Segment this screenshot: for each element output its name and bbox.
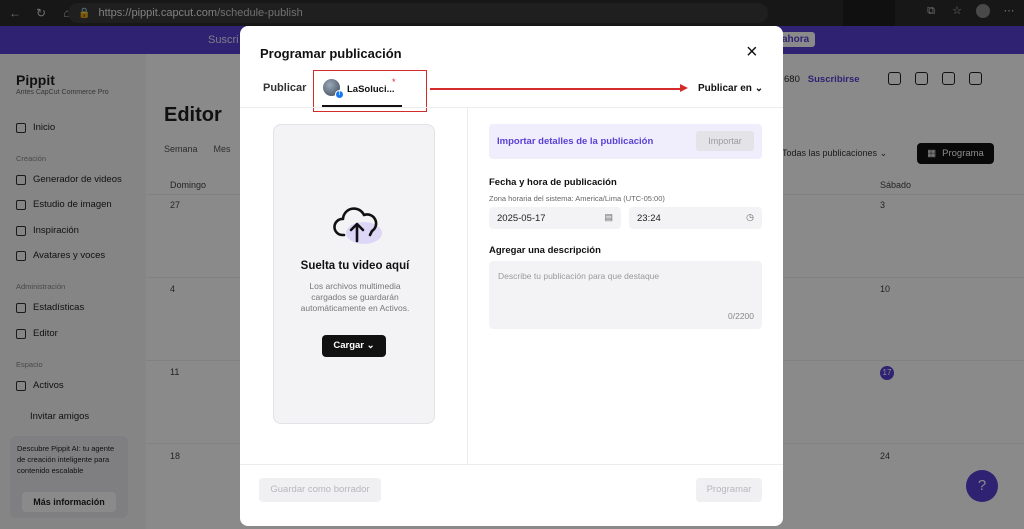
- publish-on-label: Publicar en: [698, 83, 752, 94]
- upload-button[interactable]: Cargar ⌄: [322, 335, 386, 357]
- import-button[interactable]: Importar: [696, 131, 754, 151]
- date-field[interactable]: 2025-05-17 ▤: [489, 207, 621, 229]
- close-icon[interactable]: ×: [746, 42, 758, 62]
- cloud-upload-icon: [333, 207, 382, 244]
- character-counter: 0/2200: [728, 311, 754, 321]
- header-divider: [240, 107, 783, 108]
- schedule-button[interactable]: Programar: [696, 478, 762, 502]
- annotation-arrow-line: [430, 88, 680, 90]
- column-divider: [467, 108, 468, 464]
- datetime-label: Fecha y hora de publicación: [489, 177, 617, 188]
- timezone-note: Zona horaria del sistema: America/Lima (…: [489, 194, 665, 203]
- date-value: 2025-05-17: [497, 213, 546, 224]
- schedule-publish-modal: Programar publicación × Publicar f LaSol…: [240, 26, 783, 526]
- upload-button-label: Cargar: [333, 340, 364, 351]
- import-details-box: Importar detalles de la publicación Impo…: [489, 124, 762, 159]
- save-draft-button[interactable]: Guardar como borrador: [259, 478, 381, 502]
- publish-on-dropdown[interactable]: Publicar en ⌄: [698, 83, 763, 94]
- facebook-icon: f: [335, 90, 344, 99]
- account-name: LaSoluci...: [347, 84, 395, 95]
- import-details-label: Importar detalles de la publicación: [497, 136, 654, 147]
- tab-publicar[interactable]: Publicar: [263, 82, 306, 94]
- video-dropzone[interactable]: Suelta tu video aquí Los archivos multim…: [273, 124, 435, 424]
- chevron-down-icon: ⌄: [366, 340, 375, 351]
- time-field[interactable]: 23:24 ◷: [629, 207, 762, 229]
- description-placeholder: Describe tu publicación para que destaqu…: [498, 271, 660, 281]
- annotation-arrow-head: [680, 84, 688, 92]
- chevron-down-icon: ⌄: [754, 83, 764, 94]
- calendar-icon: ▤: [604, 212, 613, 222]
- footer-divider: [240, 464, 783, 465]
- dropzone-title: Suelta tu video aquí: [300, 260, 410, 272]
- dropzone-description: Los archivos multimedia cargados se guar…: [300, 281, 410, 313]
- description-label: Agregar una descripción: [489, 245, 601, 256]
- required-mark: *: [392, 77, 396, 87]
- description-textarea[interactable]: Describe tu publicación para que destaqu…: [489, 261, 762, 329]
- modal-title: Programar publicación: [260, 46, 402, 61]
- clock-icon: ◷: [746, 212, 754, 222]
- time-value: 23:24: [637, 213, 661, 224]
- account-tab-highlight[interactable]: f LaSoluci... *: [313, 70, 427, 112]
